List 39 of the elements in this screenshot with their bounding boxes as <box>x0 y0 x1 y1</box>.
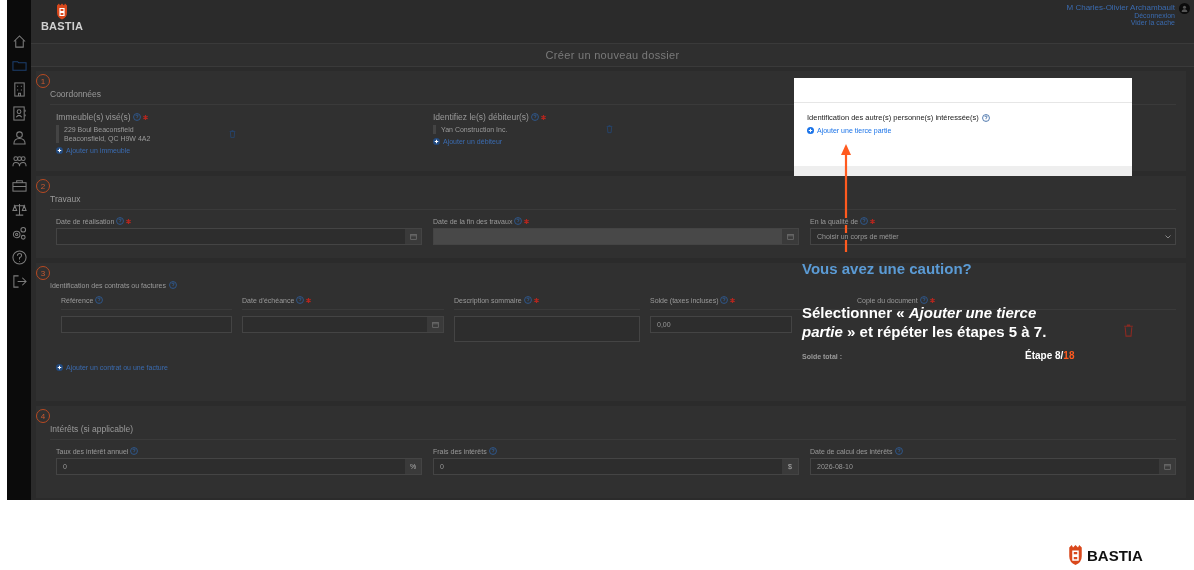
scales-icon[interactable] <box>11 202 27 217</box>
folder-icon[interactable] <box>11 58 27 73</box>
plus-circle-icon <box>433 138 440 145</box>
gears-icon[interactable] <box>11 226 27 241</box>
help-icon[interactable] <box>11 250 27 265</box>
home-icon[interactable] <box>11 34 27 49</box>
date-field[interactable] <box>242 316 444 333</box>
contact-icon[interactable] <box>11 106 27 121</box>
callout-text: Sélectionner « Ajouter une tierce partie » et répéter les étapes 5 à 7. <box>802 304 1048 341</box>
avatar-icon[interactable] <box>1179 3 1190 14</box>
briefcase-icon[interactable] <box>11 178 27 193</box>
callout-title: Vous avez une caution? <box>802 260 972 277</box>
shield-logo-icon <box>1068 545 1083 565</box>
person-icon[interactable] <box>11 130 27 145</box>
section-title: Intérêts (si applicable) <box>50 424 1176 440</box>
chevron-down-icon <box>1165 234 1171 239</box>
plus-circle-icon <box>56 364 63 372</box>
trash-icon[interactable] <box>229 129 236 139</box>
logout-icon[interactable] <box>11 274 27 289</box>
calendar-icon[interactable] <box>409 233 417 240</box>
logo-text: BASTIA <box>40 20 84 32</box>
section-title: Travaux <box>50 194 1176 210</box>
field-label: Identifiez le(s) débiteur(s) <box>433 112 529 122</box>
calendar-icon[interactable] <box>1163 463 1171 470</box>
plus-circle-icon <box>56 147 63 154</box>
shield-logo-icon <box>56 3 68 20</box>
step-counter: Étape 8/18 <box>1025 350 1075 361</box>
footer-logo-text: BASTIA <box>1087 546 1143 564</box>
trash-icon[interactable] <box>606 125 613 134</box>
plus-circle-icon <box>807 127 814 134</box>
user-name[interactable]: M Charles-Olivier Archambault <box>1066 3 1175 12</box>
date-field[interactable] <box>56 228 422 245</box>
group-icon[interactable] <box>11 154 27 169</box>
building-icon[interactable] <box>11 82 27 97</box>
help-icon[interactable] <box>981 113 990 122</box>
calendar-icon[interactable] <box>431 321 439 328</box>
field-label: Immeuble(s) visé(s) <box>56 112 131 122</box>
trash-icon[interactable] <box>1123 324 1134 338</box>
page-title: Créer un nouveau dossier <box>31 44 1194 67</box>
